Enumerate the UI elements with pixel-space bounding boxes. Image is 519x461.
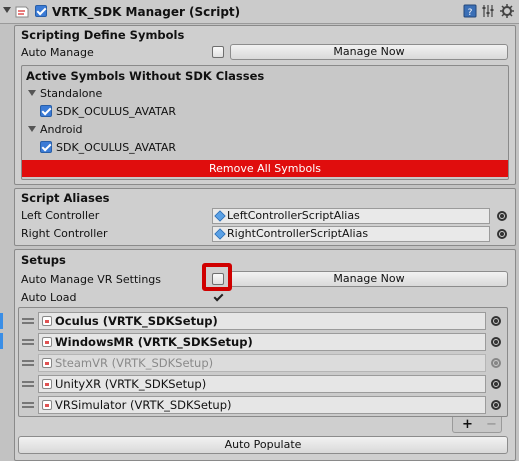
setup-item-oculus[interactable]: Oculus (VRTK_SDKSetup) — [38, 312, 486, 330]
highlight-box — [202, 263, 232, 291]
auto-load-checkbox[interactable] — [212, 291, 224, 303]
object-picker-icon[interactable] — [491, 400, 501, 410]
remove-item-button[interactable]: − — [486, 417, 497, 432]
component-title: VRTK_SDK Manager (Script) — [52, 5, 241, 19]
script-aliases-heading: Script Aliases — [21, 191, 110, 205]
object-picker-icon[interactable] — [491, 379, 501, 389]
auto-manage-label: Auto Manage — [21, 46, 94, 59]
foldout-arrow-icon — [28, 126, 36, 132]
left-controller-field[interactable]: LeftControllerScriptAlias — [212, 208, 490, 224]
script-object-icon — [214, 228, 226, 240]
object-picker-icon[interactable] — [491, 337, 501, 347]
drag-handle-icon[interactable] — [22, 339, 34, 345]
svg-text:?: ? — [468, 8, 473, 18]
auto-manage-vr-settings-label: Auto Manage VR Settings — [21, 273, 162, 286]
setup-item-windowsmr[interactable]: WindowsMR (VRTK_SDKSetup) — [38, 333, 486, 351]
foldout-arrow-icon — [28, 90, 36, 96]
left-controller-label: Left Controller — [21, 209, 100, 222]
remove-all-symbols-button[interactable]: Remove All Symbols — [22, 160, 508, 177]
drag-handle-icon[interactable] — [22, 318, 34, 324]
script-aliases-panel: Script Aliases Left Controller LeftContr… — [14, 188, 516, 246]
setup-item-label: SteamVR (VRTK_SDKSetup) — [55, 356, 214, 370]
setup-object-icon — [42, 316, 52, 326]
object-picker-icon[interactable] — [497, 229, 507, 239]
auto-manage-checkbox[interactable] — [212, 46, 224, 58]
setups-manage-now-button[interactable]: Manage Now — [230, 271, 508, 287]
setup-item-label: WindowsMR (VRTK_SDKSetup) — [55, 335, 253, 349]
setup-object-icon — [42, 358, 52, 368]
foldout-android[interactable]: Android — [28, 123, 83, 136]
script-icon — [15, 6, 29, 18]
object-picker-icon[interactable] — [491, 358, 501, 368]
manage-now-button[interactable]: Manage Now — [230, 44, 508, 60]
right-controller-value: RightControllerScriptAlias — [227, 227, 369, 240]
auto-populate-button[interactable]: Auto Populate — [18, 436, 508, 454]
setup-item-label: Oculus (VRTK_SDKSetup) — [55, 314, 218, 328]
object-picker-icon[interactable] — [491, 316, 501, 326]
script-object-icon — [214, 210, 226, 222]
auto-load-label: Auto Load — [21, 291, 77, 304]
sliders-icon[interactable] — [481, 4, 495, 18]
selection-marker — [0, 333, 3, 349]
setup-object-icon — [42, 400, 52, 410]
setup-item-label: UnityXR (VRTK_SDKSetup) — [55, 377, 207, 391]
symbol-label-standalone: SDK_OCULUS_AVATAR — [56, 105, 177, 118]
component-enabled-checkbox[interactable] — [35, 5, 47, 17]
group-label-standalone: Standalone — [40, 87, 103, 100]
active-symbols-panel: Active Symbols Without SDK Classes Stand… — [21, 65, 509, 180]
add-item-button[interactable]: + — [462, 417, 473, 432]
selection-marker — [0, 313, 3, 329]
drag-handle-icon[interactable] — [22, 402, 34, 408]
symbol-label-android: SDK_OCULUS_AVATAR — [56, 141, 177, 154]
symbol-checkbox-android[interactable] — [40, 141, 52, 153]
setup-object-icon — [42, 337, 52, 347]
right-controller-label: Right Controller — [21, 227, 108, 240]
setups-heading: Setups — [21, 253, 66, 267]
object-picker-icon[interactable] — [497, 211, 507, 221]
scripting-define-symbols-heading: Scripting Define Symbols — [21, 28, 185, 42]
scripting-define-symbols-panel: Scripting Define Symbols Auto Manage Man… — [14, 25, 516, 185]
foldout-arrow-icon[interactable] — [3, 7, 11, 13]
setup-item-label: VRSimulator (VRTK_SDKSetup) — [55, 398, 232, 412]
setup-item-unityxr[interactable]: UnityXR (VRTK_SDKSetup) — [38, 375, 486, 393]
book-help-icon[interactable]: ? — [463, 4, 477, 18]
left-controller-value: LeftControllerScriptAlias — [227, 209, 360, 222]
setup-item-vrsimulator[interactable]: VRSimulator (VRTK_SDKSetup) — [38, 396, 486, 414]
active-symbols-heading: Active Symbols Without SDK Classes — [26, 69, 265, 83]
component-header: VRTK_SDK Manager (Script) ? — [0, 0, 519, 24]
drag-handle-icon[interactable] — [22, 360, 34, 366]
drag-handle-icon[interactable] — [22, 381, 34, 387]
group-label-android: Android — [40, 123, 83, 136]
setup-object-icon — [42, 379, 52, 389]
list-footer: + − — [452, 417, 502, 433]
foldout-standalone[interactable]: Standalone — [28, 87, 102, 100]
setup-item-steamvr[interactable]: SteamVR (VRTK_SDKSetup) — [38, 354, 486, 372]
right-controller-field[interactable]: RightControllerScriptAlias — [212, 226, 490, 242]
symbol-checkbox-standalone[interactable] — [40, 105, 52, 117]
gear-icon[interactable] — [500, 4, 514, 18]
